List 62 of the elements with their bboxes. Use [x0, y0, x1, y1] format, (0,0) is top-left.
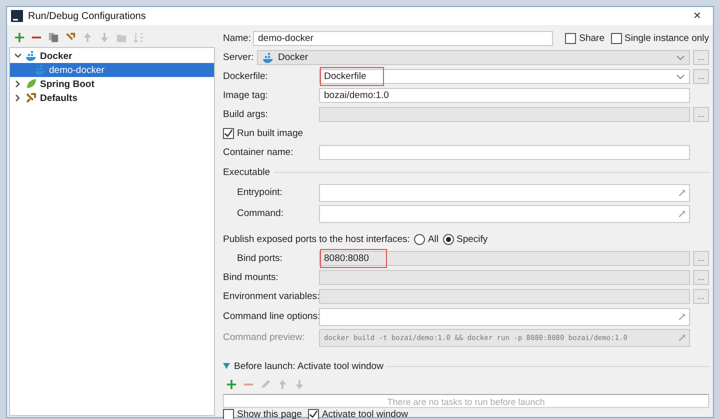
input-field[interactable] — [319, 145, 690, 160]
field-label: Dockerfile: — [223, 71, 269, 82]
checkbox[interactable] — [308, 408, 319, 419]
field-label: Container name: — [223, 147, 294, 158]
tree-item[interactable]: Docker — [10, 49, 214, 63]
checkbox[interactable] — [610, 32, 622, 44]
radio-label: Specify — [456, 234, 488, 245]
checkbox[interactable] — [223, 128, 234, 139]
expand-icon[interactable] — [679, 314, 685, 320]
browse-button[interactable]: ... — [693, 50, 709, 65]
input-field[interactable] — [319, 204, 690, 222]
browse-button[interactable]: ... — [693, 69, 709, 84]
field-label: Command: — [236, 208, 284, 219]
field-label: Bind ports: — [236, 253, 284, 264]
chevron-icon[interactable] — [14, 80, 22, 88]
window-title: Run/Debug Configurations — [28, 10, 147, 22]
checkbox[interactable] — [565, 32, 576, 44]
docker-icon — [25, 50, 37, 62]
plus-icon[interactable] — [225, 378, 238, 390]
field-label: Command line options: — [223, 311, 319, 322]
name-field[interactable]: demo-docker — [253, 30, 553, 46]
dropdown[interactable]: Dockerfile — [319, 69, 690, 84]
checkbox-label: Activate tool window — [322, 408, 408, 419]
checkbox-label: Show this page — [237, 408, 302, 419]
input-field[interactable] — [319, 308, 690, 326]
docker-icon — [262, 52, 274, 64]
radio-button[interactable] — [442, 234, 454, 245]
field-label: Bind mounts: — [223, 272, 280, 283]
tree-item[interactable]: Defaults — [10, 91, 214, 105]
field-label: Entrypoint: — [236, 187, 284, 198]
input-field[interactable]: bozai/demo:1.0 — [319, 88, 690, 103]
radio-button[interactable] — [414, 234, 425, 245]
copy-icon[interactable] — [47, 30, 60, 44]
checkbox-label: Single instance only — [624, 32, 709, 44]
dropdown[interactable]: Docker — [257, 50, 690, 65]
checkbox-label: Run built image — [237, 128, 304, 139]
field-label: Server: — [223, 52, 255, 63]
field-label: Environment variables: — [223, 291, 319, 302]
radio-label: All — [428, 234, 439, 245]
docker-icon — [34, 64, 46, 76]
tree-item[interactable]: Spring Boot — [10, 77, 214, 91]
plus-icon[interactable] — [13, 30, 26, 44]
expand-icon[interactable] — [679, 210, 685, 216]
section-title: Before launch: Activate tool window — [234, 360, 384, 372]
chevron-icon[interactable] — [14, 94, 22, 102]
wrench-icon — [25, 92, 37, 104]
chevron-icon[interactable] — [14, 52, 22, 60]
field-label: Build args: — [223, 109, 269, 120]
leaf-icon — [25, 78, 37, 90]
expand-icon[interactable] — [679, 190, 685, 196]
tree-item[interactable]: demo-docker — [10, 63, 214, 77]
app-icon — [11, 10, 23, 22]
field-label: Publish exposed ports to the host interfaces: — [223, 234, 410, 245]
section-title: Executable — [223, 166, 270, 178]
checkbox-label: Share — [579, 32, 604, 44]
empty-message: There are no tasks to run before launch — [387, 397, 545, 407]
field-label: Name: — [223, 32, 252, 44]
input-field[interactable] — [319, 184, 690, 202]
field-label: Image tag: — [223, 90, 269, 101]
field-label: Command preview: — [223, 332, 306, 343]
collapse-icon[interactable] — [223, 363, 230, 369]
checkbox[interactable] — [223, 408, 234, 419]
